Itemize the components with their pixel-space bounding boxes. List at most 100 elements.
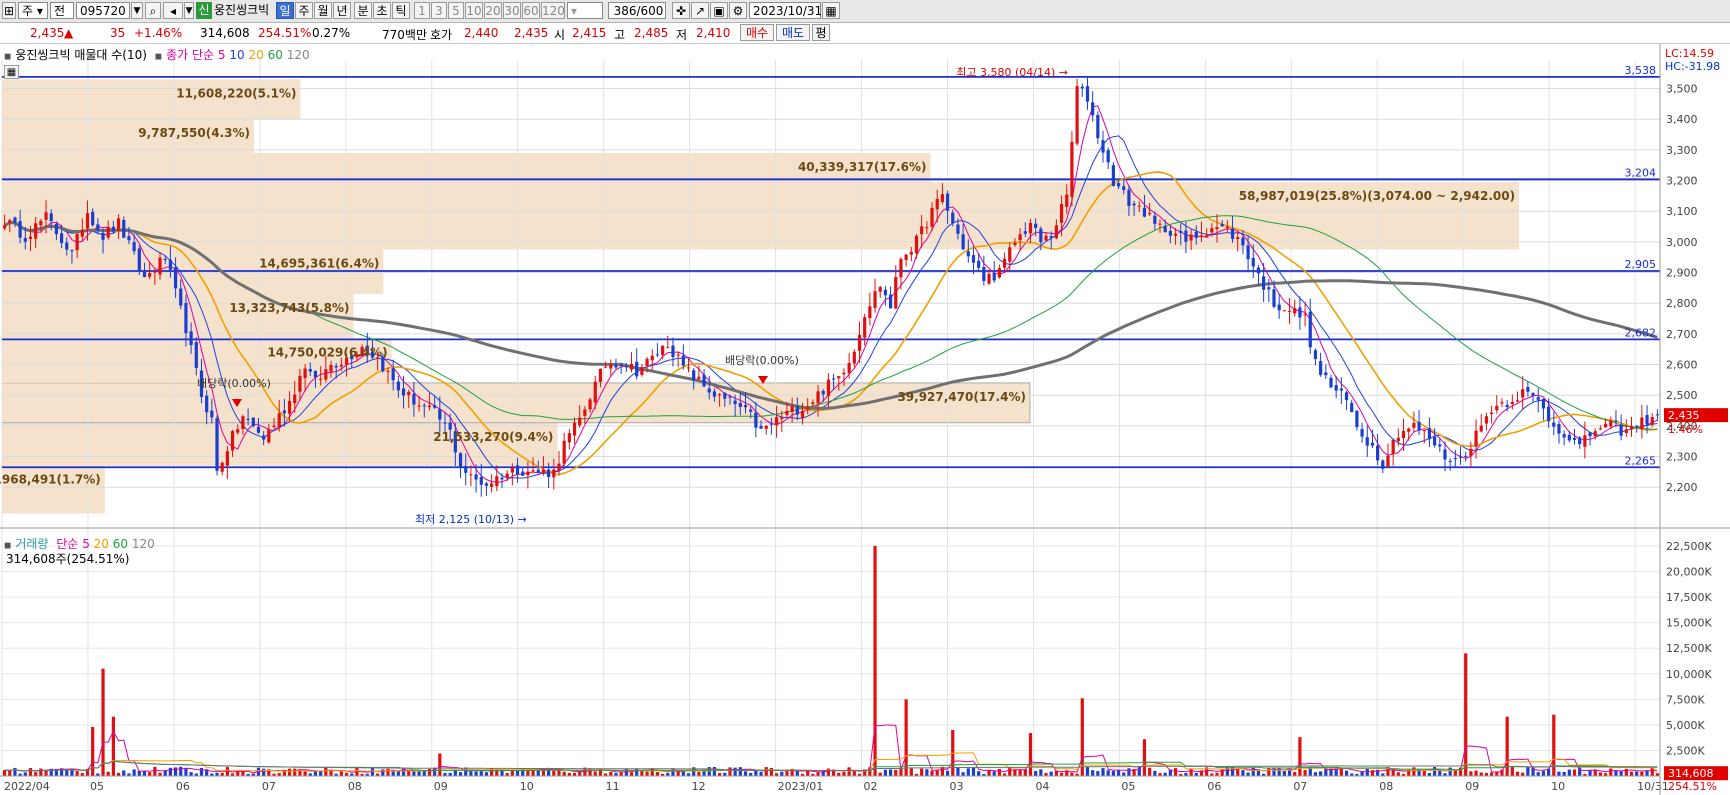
interval-input[interactable]: ▾ (567, 2, 603, 19)
candle-body (277, 413, 281, 428)
volume-ma-label[interactable]: 단순 (56, 537, 78, 551)
profile-legend-title[interactable]: 웅진씽크빅 매물대 수(10) (15, 48, 147, 62)
candle-body (863, 317, 867, 338)
candle-body (163, 259, 167, 261)
sell-button[interactable]: 매도 (776, 24, 810, 41)
period-week-button[interactable]: 주 (295, 2, 313, 19)
last-volume-tag-text: 314,608 (1668, 767, 1714, 780)
interval-3-button[interactable]: 3 (431, 2, 447, 19)
period-day-button[interactable]: 일 (276, 2, 294, 19)
interval-1-button[interactable]: 1 (414, 2, 430, 19)
volume-bar (132, 769, 136, 776)
candle-body (1163, 226, 1167, 233)
crosshair-icon[interactable]: ✜ (672, 2, 690, 19)
candle-body (1609, 420, 1613, 427)
candle-body (407, 391, 411, 396)
candle-body (65, 242, 69, 250)
candle-body (1598, 428, 1603, 430)
volume-bar (1039, 769, 1043, 776)
lc-value: LC:14.59 (1665, 47, 1715, 60)
period-minute-button[interactable]: 분 (354, 2, 372, 19)
profile-label: 3,968,491(1.7%) (0, 473, 101, 487)
candle-body (966, 251, 970, 257)
period-year-button[interactable]: 년 (333, 2, 351, 19)
interval-60-button[interactable]: 60 (522, 2, 540, 19)
candle-body (132, 242, 136, 252)
volume-legend-title[interactable]: 거래량 (15, 537, 48, 551)
list-dropdown-icon[interactable]: ▼ (184, 2, 194, 19)
code-input[interactable]: 095720 (76, 2, 130, 19)
interval-20-button[interactable]: 20 (484, 2, 502, 19)
volume-bar (8, 770, 12, 776)
date-tick-label: 2022/04 (4, 780, 50, 793)
grid-menu-icon[interactable]: ⊞ (2, 2, 16, 19)
interval-120-button[interactable]: 120 (541, 2, 565, 19)
candle-body (671, 345, 675, 358)
eval-button[interactable]: 평 (812, 24, 830, 41)
candle-body (541, 469, 546, 473)
candle-body (940, 194, 945, 202)
volume-bar (1148, 767, 1152, 776)
speaker-icon[interactable]: ◂ (163, 2, 183, 19)
candle-body (1567, 434, 1571, 441)
interval-10-button[interactable]: 10 (465, 2, 483, 19)
candle-body (23, 237, 27, 242)
candle-body (298, 375, 302, 392)
ma-legend-label[interactable]: 종가 단순 (166, 48, 214, 62)
candle-body (888, 294, 893, 309)
volume-bar (1557, 771, 1561, 776)
volume-bar (515, 770, 520, 776)
candle-body (1479, 425, 1483, 432)
volume-bar (407, 771, 411, 776)
calendar-icon[interactable]: ▦ (822, 2, 840, 19)
candle-body (1344, 392, 1349, 401)
interval-5-button[interactable]: 5 (448, 2, 464, 19)
save-icon[interactable]: ▣ (710, 2, 728, 19)
candle-body (189, 331, 193, 346)
draw-line-icon[interactable]: ↗ (691, 2, 709, 19)
volume-bar (474, 771, 478, 776)
candle-body (795, 406, 799, 415)
volume-bar (971, 767, 976, 776)
count-field[interactable]: 386/600 (608, 2, 666, 19)
candle-body (707, 388, 711, 393)
table-toggle-icon[interactable]: ▦ (4, 65, 19, 79)
candle-body (1370, 442, 1375, 446)
candle-body (1287, 310, 1292, 312)
candle-body (1500, 402, 1504, 404)
market-select[interactable]: 주 ▾ (18, 2, 48, 19)
candle-body (1619, 424, 1623, 436)
candle-body (303, 368, 307, 379)
search-icon[interactable]: ⌕ (145, 2, 161, 19)
range-select[interactable]: 전 (50, 2, 74, 19)
period-tick-button[interactable]: 틱 (392, 2, 410, 19)
candle-body (1376, 445, 1380, 461)
candle-body (417, 405, 421, 407)
period-second-button[interactable]: 초 (373, 2, 391, 19)
stock-chart[interactable]: 2,2002,3002,4002,5002,6002,7002,8002,900… (0, 44, 1730, 795)
volume-bar (930, 770, 934, 776)
candle-body (1210, 228, 1214, 233)
candle-body (1028, 223, 1033, 234)
candle-body (1438, 444, 1442, 447)
candle-body (1469, 448, 1473, 456)
volume-bar (1469, 771, 1473, 776)
candle-body (1194, 231, 1198, 238)
volume-bar (1319, 771, 1323, 776)
candle-body (1505, 404, 1509, 407)
candle-body (1603, 423, 1608, 428)
candle-body (168, 259, 172, 270)
code-dropdown-icon[interactable]: ▼ (131, 2, 143, 19)
volume-bar (1142, 739, 1147, 776)
interval-30-button[interactable]: 30 (503, 2, 521, 19)
date-field[interactable]: 2023/10/31 (749, 2, 822, 19)
volume-bar (1479, 772, 1483, 776)
volume-bar (179, 766, 183, 776)
volume-bar (324, 767, 328, 776)
candle-body (650, 355, 654, 361)
candle-body (728, 396, 732, 398)
gear-icon[interactable]: ⚙ (729, 2, 747, 19)
candle-body (329, 365, 333, 372)
buy-button[interactable]: 매수 (740, 24, 774, 41)
period-month-button[interactable]: 월 (314, 2, 332, 19)
